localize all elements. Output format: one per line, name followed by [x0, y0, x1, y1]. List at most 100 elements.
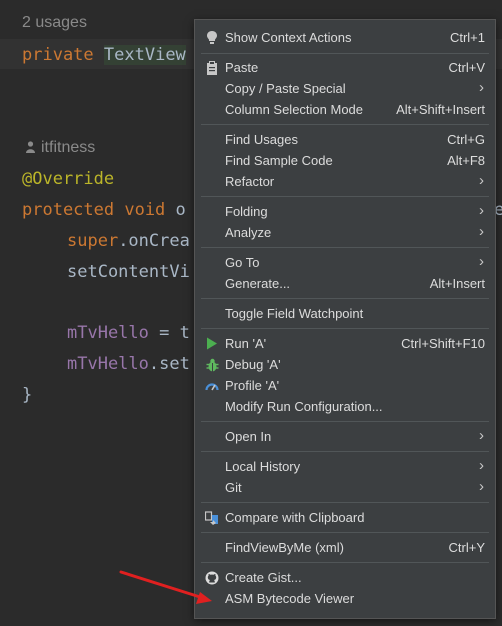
menu-item-shortcut: Alt+Shift+Insert [396, 102, 485, 117]
lightbulb-icon [205, 30, 219, 45]
menu-item-paste[interactable]: Paste Ctrl+V [195, 57, 495, 78]
menu-item-label: Copy / Paste Special [225, 81, 346, 96]
keyword-protected-void: protected void [22, 200, 166, 220]
code-line-method-signature[interactable]: protected void o [22, 199, 186, 221]
menu-item-run[interactable]: Run 'A' Ctrl+Shift+F10 [195, 333, 495, 354]
debug-icon [205, 357, 219, 372]
menu-item-show-context-actions[interactable]: Show Context Actions Ctrl+1 [195, 27, 495, 48]
usages-hint[interactable]: 2 usages [22, 12, 87, 34]
menu-item-git[interactable]: Git › [195, 477, 495, 498]
menu-item-label: Toggle Field Watchpoint [225, 306, 364, 321]
menu-separator [201, 247, 489, 248]
menu-item-asm-bytecode-viewer[interactable]: ASM Bytecode Viewer [195, 588, 495, 609]
menu-item-label: Local History [225, 459, 301, 474]
menu-item-shortcut: Ctrl+1 [449, 30, 485, 45]
menu-item-toggle-field-watchpoint[interactable]: Toggle Field Watchpoint [195, 303, 495, 324]
chevron-right-icon: › [479, 478, 484, 495]
menu-separator [201, 451, 489, 452]
menu-separator [201, 298, 489, 299]
menu-separator [201, 532, 489, 533]
chevron-right-icon: › [479, 427, 484, 444]
menu-item-findviewbyme[interactable]: FindViewByMe (xml) Ctrl+Y [195, 537, 495, 558]
code-line-setcontentview[interactable]: setContentVi [67, 261, 190, 283]
menu-item-label: Refactor [225, 174, 275, 189]
chevron-right-icon: › [479, 223, 484, 240]
menu-item-label: Run 'A' [225, 336, 267, 351]
menu-item-folding[interactable]: Folding › [195, 201, 495, 222]
menu-item-label: Column Selection Mode [225, 102, 364, 117]
menu-item-generate[interactable]: Generate... Alt+Insert [195, 273, 495, 294]
menu-item-create-gist[interactable]: Create Gist... [195, 567, 495, 588]
menu-item-shortcut: Ctrl+V [448, 60, 485, 75]
menu-item-label: Find Usages [225, 132, 298, 147]
clipboard-icon [205, 60, 219, 75]
menu-item-compare-with-clipboard[interactable]: Compare with Clipboard [195, 507, 495, 528]
menu-item-refactor[interactable]: Refactor › [195, 171, 495, 192]
code-line-assign-textview[interactable]: mTvHello = t [67, 322, 190, 344]
keyword-super: super [67, 231, 119, 251]
code-line-field-declaration[interactable]: private TextView [22, 44, 186, 66]
menu-item-label: Find Sample Code [225, 153, 333, 168]
context-menu: Show Context Actions Ctrl+1 Paste Ctrl+V… [194, 19, 496, 619]
menu-item-find-sample-code[interactable]: Find Sample Code Alt+F8 [195, 150, 495, 171]
menu-item-copy-paste-special[interactable]: Copy / Paste Special › [195, 78, 495, 99]
menu-item-analyze[interactable]: Analyze › [195, 222, 495, 243]
menu-item-label: Compare with Clipboard [225, 510, 365, 525]
menu-item-profile[interactable]: Profile 'A' [195, 375, 495, 396]
menu-item-label: Profile 'A' [225, 378, 280, 393]
code-line-annotation[interactable]: @Override [22, 168, 114, 190]
menu-item-shortcut: Alt+F8 [447, 153, 485, 168]
menu-item-label: Create Gist... [225, 570, 302, 585]
run-icon [205, 336, 219, 351]
menu-item-label: Generate... [225, 276, 291, 291]
menu-item-go-to[interactable]: Go To › [195, 252, 495, 273]
menu-item-label: Analyze [225, 225, 272, 240]
menu-item-label: FindViewByMe (xml) [225, 540, 344, 555]
menu-separator [201, 124, 489, 125]
person-icon [26, 138, 35, 153]
code-line-settext[interactable]: mTvHello.set [67, 353, 190, 375]
menu-item-find-usages[interactable]: Find Usages Ctrl+G [195, 129, 495, 150]
menu-item-shortcut: Ctrl+Shift+F10 [401, 336, 485, 351]
author-hint[interactable]: itfitness [26, 137, 95, 159]
super-call-rest: .onCrea [118, 231, 190, 251]
menu-item-label: Folding [225, 204, 268, 219]
method-name-fragment: o [175, 200, 186, 220]
compare-icon [205, 510, 219, 525]
menu-separator [201, 328, 489, 329]
menu-item-shortcut: Ctrl+G [447, 132, 485, 147]
menu-item-label: Paste [225, 60, 259, 75]
keyword-private: private [22, 45, 94, 65]
code-line-closing-brace[interactable]: } [22, 384, 32, 406]
chevron-right-icon: › [479, 457, 484, 474]
chevron-right-icon: › [479, 253, 484, 270]
menu-item-label: ASM Bytecode Viewer [225, 591, 355, 606]
menu-item-modify-run-configuration[interactable]: Modify Run Configuration... [195, 396, 495, 417]
settext-rest: .set [148, 354, 190, 374]
menu-item-local-history[interactable]: Local History › [195, 456, 495, 477]
menu-item-label: Go To [225, 255, 260, 270]
menu-item-label: Modify Run Configuration... [225, 399, 383, 414]
github-icon [205, 570, 219, 585]
code-line-super-call[interactable]: super.onCrea [67, 230, 190, 252]
menu-item-label: Open In [225, 429, 272, 444]
menu-separator [201, 421, 489, 422]
menu-item-column-selection-mode[interactable]: Column Selection Mode Alt+Shift+Insert [195, 99, 495, 120]
assign-rest: = t [148, 323, 190, 343]
menu-separator [201, 502, 489, 503]
chevron-right-icon: › [479, 202, 484, 219]
chevron-right-icon: › [479, 172, 484, 189]
menu-item-shortcut: Ctrl+Y [448, 540, 485, 555]
menu-item-label: Show Context Actions [225, 30, 352, 45]
menu-item-shortcut: Alt+Insert [429, 276, 485, 291]
menu-item-open-in[interactable]: Open In › [195, 426, 495, 447]
menu-item-debug[interactable]: Debug 'A' [195, 354, 495, 375]
menu-item-label: Git [225, 480, 242, 495]
profile-icon [205, 378, 219, 393]
menu-separator [201, 53, 489, 54]
menu-item-label: Debug 'A' [225, 357, 281, 372]
menu-separator [201, 196, 489, 197]
chevron-right-icon: › [479, 79, 484, 96]
field-mtvhello: mTvHello [67, 323, 149, 343]
menu-separator [201, 562, 489, 563]
